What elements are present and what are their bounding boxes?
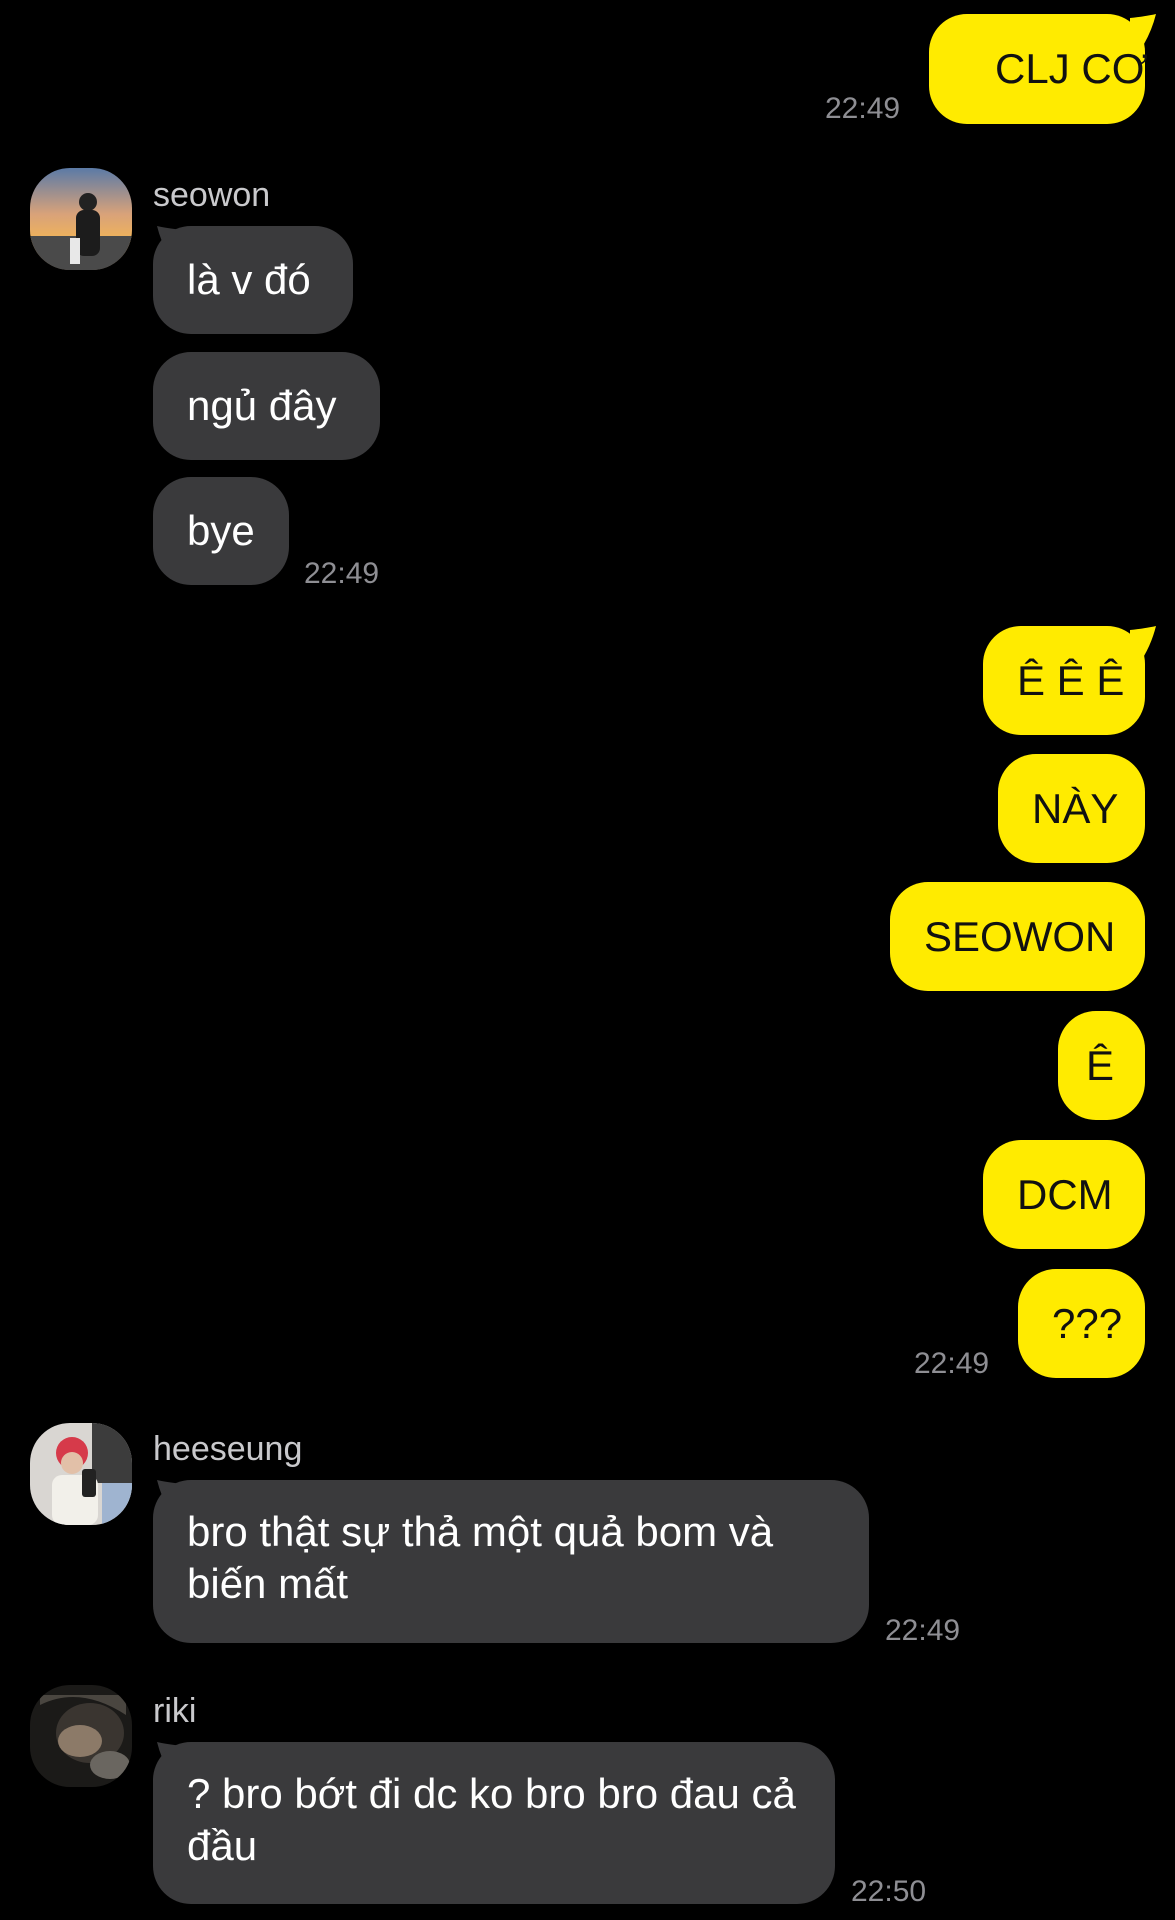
message-timestamp: 22:49 — [825, 92, 901, 125]
their-message-bubble[interactable]: bro thật sự thả một quả bom và biến mất — [153, 1480, 869, 1643]
their-message-bubble[interactable]: ? bro bớt đi dc ko bro bro đau cả đầu — [153, 1742, 835, 1904]
seowon-avatar[interactable] — [30, 168, 132, 270]
my-message-bubble[interactable]: ??? — [1018, 1269, 1145, 1378]
my-message-bubble[interactable]: Ê Ê Ê — [983, 626, 1145, 735]
message-text: CLJ CƠ — [995, 45, 1148, 92]
my-message-bubble[interactable]: SEOWON — [890, 882, 1145, 991]
message-timestamp: 22:49 — [885, 1614, 961, 1647]
message-text: ? bro bớt đi dc ko bro bro đau cả đầu — [187, 1770, 796, 1869]
profile-photo-icon — [30, 1423, 132, 1525]
message-text: NÀY — [1032, 784, 1119, 832]
my-message-bubble[interactable]: CLJ CƠ — [929, 14, 1148, 124]
message-text: DCM — [1017, 1170, 1113, 1218]
message-text: Ê Ê Ê — [1017, 656, 1125, 704]
message-timestamp: 22:50 — [851, 1875, 927, 1908]
message-text: bro thật sự thả một quả bom và biến mất — [187, 1508, 774, 1607]
sender-name: heeseung — [153, 1430, 303, 1468]
their-message-bubble[interactable]: ngủ đây — [153, 352, 380, 460]
sender-name: riki — [153, 1692, 197, 1730]
message-text: bye — [187, 507, 255, 554]
sender-name: seowon — [153, 176, 271, 214]
my-message-bubble[interactable]: NÀY — [998, 754, 1145, 863]
message-text: Ê — [1086, 1041, 1115, 1089]
message-text: là v đó — [187, 256, 311, 303]
profile-photo-icon — [30, 1685, 132, 1787]
message-text: ??? — [1052, 1299, 1123, 1347]
their-message-bubble[interactable]: bye — [153, 477, 289, 585]
message-timestamp: 22:49 — [914, 1347, 990, 1380]
message-timestamp: 22:49 — [304, 557, 380, 590]
message-text: SEOWON — [924, 912, 1116, 960]
my-message-bubble[interactable]: Ê — [1058, 1011, 1145, 1120]
message-text: ngủ đây — [187, 382, 337, 429]
my-message-bubble[interactable]: DCM — [983, 1140, 1145, 1249]
profile-photo-icon — [30, 168, 132, 270]
their-message-bubble[interactable]: là v đó — [153, 226, 353, 334]
riki-avatar[interactable] — [30, 1685, 132, 1787]
heeseung-avatar[interactable] — [30, 1423, 132, 1525]
